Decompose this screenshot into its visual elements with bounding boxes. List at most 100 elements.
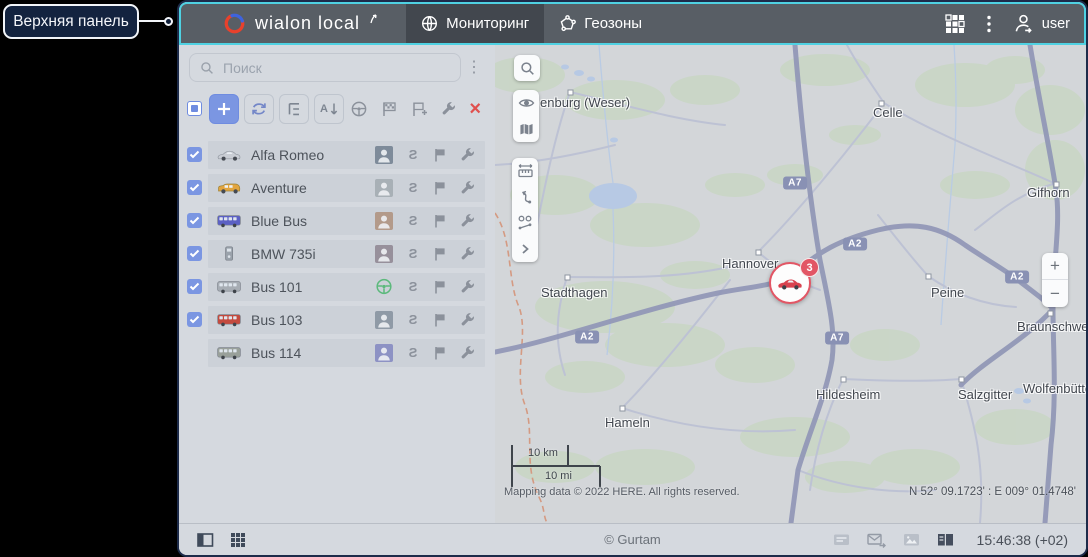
select-all-checkbox[interactable] [187, 101, 202, 116]
tree-view-button[interactable] [279, 93, 309, 124]
trailer-state-icon[interactable]: S [405, 279, 421, 294]
search-input[interactable] [221, 58, 421, 77]
zoom-in-button[interactable]: + [1042, 253, 1068, 280]
unit-settings-wrench-icon[interactable] [459, 213, 475, 228]
zoom-out-label: − [1050, 283, 1060, 303]
unit-band: BMW 735i S [208, 239, 485, 268]
unit-settings-wrench-icon[interactable] [459, 345, 475, 360]
unit-settings-wrench-icon[interactable] [459, 246, 475, 261]
marker-count-badge: 3 [800, 258, 819, 277]
unit-settings-wrench-icon[interactable] [459, 279, 475, 294]
marker-car-icon [778, 279, 802, 290]
expand-tools-button[interactable] [512, 236, 538, 262]
measure-distance-button[interactable] [512, 158, 538, 184]
ruler-icon [517, 163, 533, 178]
topbar-right-cluster: user [945, 4, 1070, 43]
flag-icon[interactable] [432, 345, 448, 360]
unit-name[interactable]: Blue Bus [251, 213, 375, 229]
map-area[interactable]: enburg (Weser) Celle Gifhorn Hannover Stadth… [495, 45, 1086, 523]
flag-icon[interactable] [432, 312, 448, 327]
flag-icon[interactable] [432, 213, 448, 228]
routing-button[interactable] [512, 184, 538, 210]
map-tools-controls [512, 158, 538, 262]
screenshot-stage: Верхняя панель wialon local Мониторинг Г… [0, 0, 1088, 557]
tab-monitoring[interactable]: Мониторинг [406, 4, 545, 43]
trailer-state-icon[interactable]: S [405, 246, 421, 261]
unit-row[interactable]: BMW 735i S [179, 237, 495, 270]
flag-icon[interactable] [432, 147, 448, 162]
unit-name[interactable]: Bus 101 [251, 279, 375, 295]
zoom-out-button[interactable]: − [1042, 280, 1068, 307]
refresh-button[interactable] [244, 93, 274, 124]
annotation-connector-line [139, 20, 165, 22]
media-icon[interactable] [903, 532, 920, 547]
unit-row[interactable]: Alfa Romeo S [179, 138, 495, 171]
unit-settings-wrench-icon[interactable] [459, 147, 475, 162]
map-layers-button[interactable] [513, 116, 539, 142]
top-panel: wialon local Мониторинг Геозоны user [179, 2, 1086, 45]
unit-name[interactable]: BMW 735i [251, 246, 375, 262]
driver-avatar [375, 211, 393, 230]
logo-tick-icon [370, 13, 377, 23]
unit-checkbox[interactable] [187, 279, 202, 294]
trailers-icon[interactable] [381, 101, 398, 117]
split-view-icon[interactable] [937, 532, 954, 547]
messages-icon[interactable] [866, 532, 886, 548]
apps-grid-icon[interactable] [945, 13, 965, 34]
unit-checkbox[interactable] [187, 180, 202, 195]
sort-button[interactable]: A [314, 93, 344, 124]
unit-name[interactable]: Bus 103 [251, 312, 375, 328]
unit-row[interactable]: Bus 114 S [179, 336, 495, 369]
footer-right-icons: 15:46:38 (+02) [833, 532, 1068, 548]
vehicle-icon [216, 345, 242, 360]
user-icon [1015, 14, 1032, 33]
search-box[interactable] [189, 53, 461, 82]
vehicle-icon [216, 213, 242, 228]
unit-name[interactable]: Alfa Romeo [251, 147, 375, 163]
app-window: wialon local Мониторинг Геозоны user Пои… [177, 0, 1088, 557]
unit-checkbox[interactable] [187, 246, 202, 261]
nearest-units-button[interactable] [512, 210, 538, 236]
nodes-icon [518, 215, 532, 230]
flag-icon[interactable] [432, 279, 448, 294]
unit-settings-wrench-icon[interactable] [459, 312, 475, 327]
user-menu[interactable]: user [1013, 13, 1070, 34]
search-options-icon[interactable]: ⋮ [461, 59, 487, 75]
settings-wrench-icon[interactable] [441, 101, 456, 116]
map-search-control[interactable] [514, 55, 540, 81]
main-area: ⋮ [179, 45, 1086, 523]
annotation-connector-dot [164, 16, 173, 26]
plus-icon [218, 102, 230, 115]
unit-row[interactable]: Bus 103 S [179, 303, 495, 336]
unit-name[interactable]: Bus 114 [251, 345, 375, 361]
tab-geofences[interactable]: Геозоны [544, 4, 657, 43]
zoom-control: + − [1042, 253, 1068, 307]
map-visibility-controls [513, 90, 539, 142]
logo-text: wialon local [255, 13, 361, 33]
drivers-icon[interactable] [350, 100, 368, 118]
driver-avatar [375, 310, 393, 329]
clear-list-icon[interactable]: × [469, 99, 481, 119]
visibility-eye-button[interactable] [513, 90, 539, 116]
flag-icon[interactable] [432, 246, 448, 261]
unit-row[interactable]: Blue Bus S [179, 204, 495, 237]
add-unit-button[interactable] [209, 93, 239, 124]
chevron-right-icon [522, 244, 529, 254]
trailer-state-icon[interactable]: S [405, 345, 421, 360]
unit-name[interactable]: Aventure [251, 180, 375, 196]
trailer-state-icon[interactable]: S [405, 147, 421, 162]
unit-checkbox[interactable] [187, 147, 202, 162]
notes-icon[interactable] [833, 532, 850, 547]
trailer-state-icon[interactable]: S [405, 213, 421, 228]
unit-checkbox[interactable] [187, 312, 202, 327]
unit-row[interactable]: Bus 101 S [179, 270, 495, 303]
more-menu-icon[interactable] [986, 14, 992, 34]
add-flag-icon[interactable] [411, 101, 428, 117]
unit-row[interactable]: Aventure S [179, 171, 495, 204]
trailer-state-icon[interactable]: S [405, 312, 421, 327]
unit-checkbox[interactable] [187, 213, 202, 228]
search-row: ⋮ [189, 53, 487, 82]
flag-icon[interactable] [432, 180, 448, 195]
unit-settings-wrench-icon[interactable] [459, 180, 475, 195]
trailer-state-icon[interactable]: S [405, 180, 421, 195]
